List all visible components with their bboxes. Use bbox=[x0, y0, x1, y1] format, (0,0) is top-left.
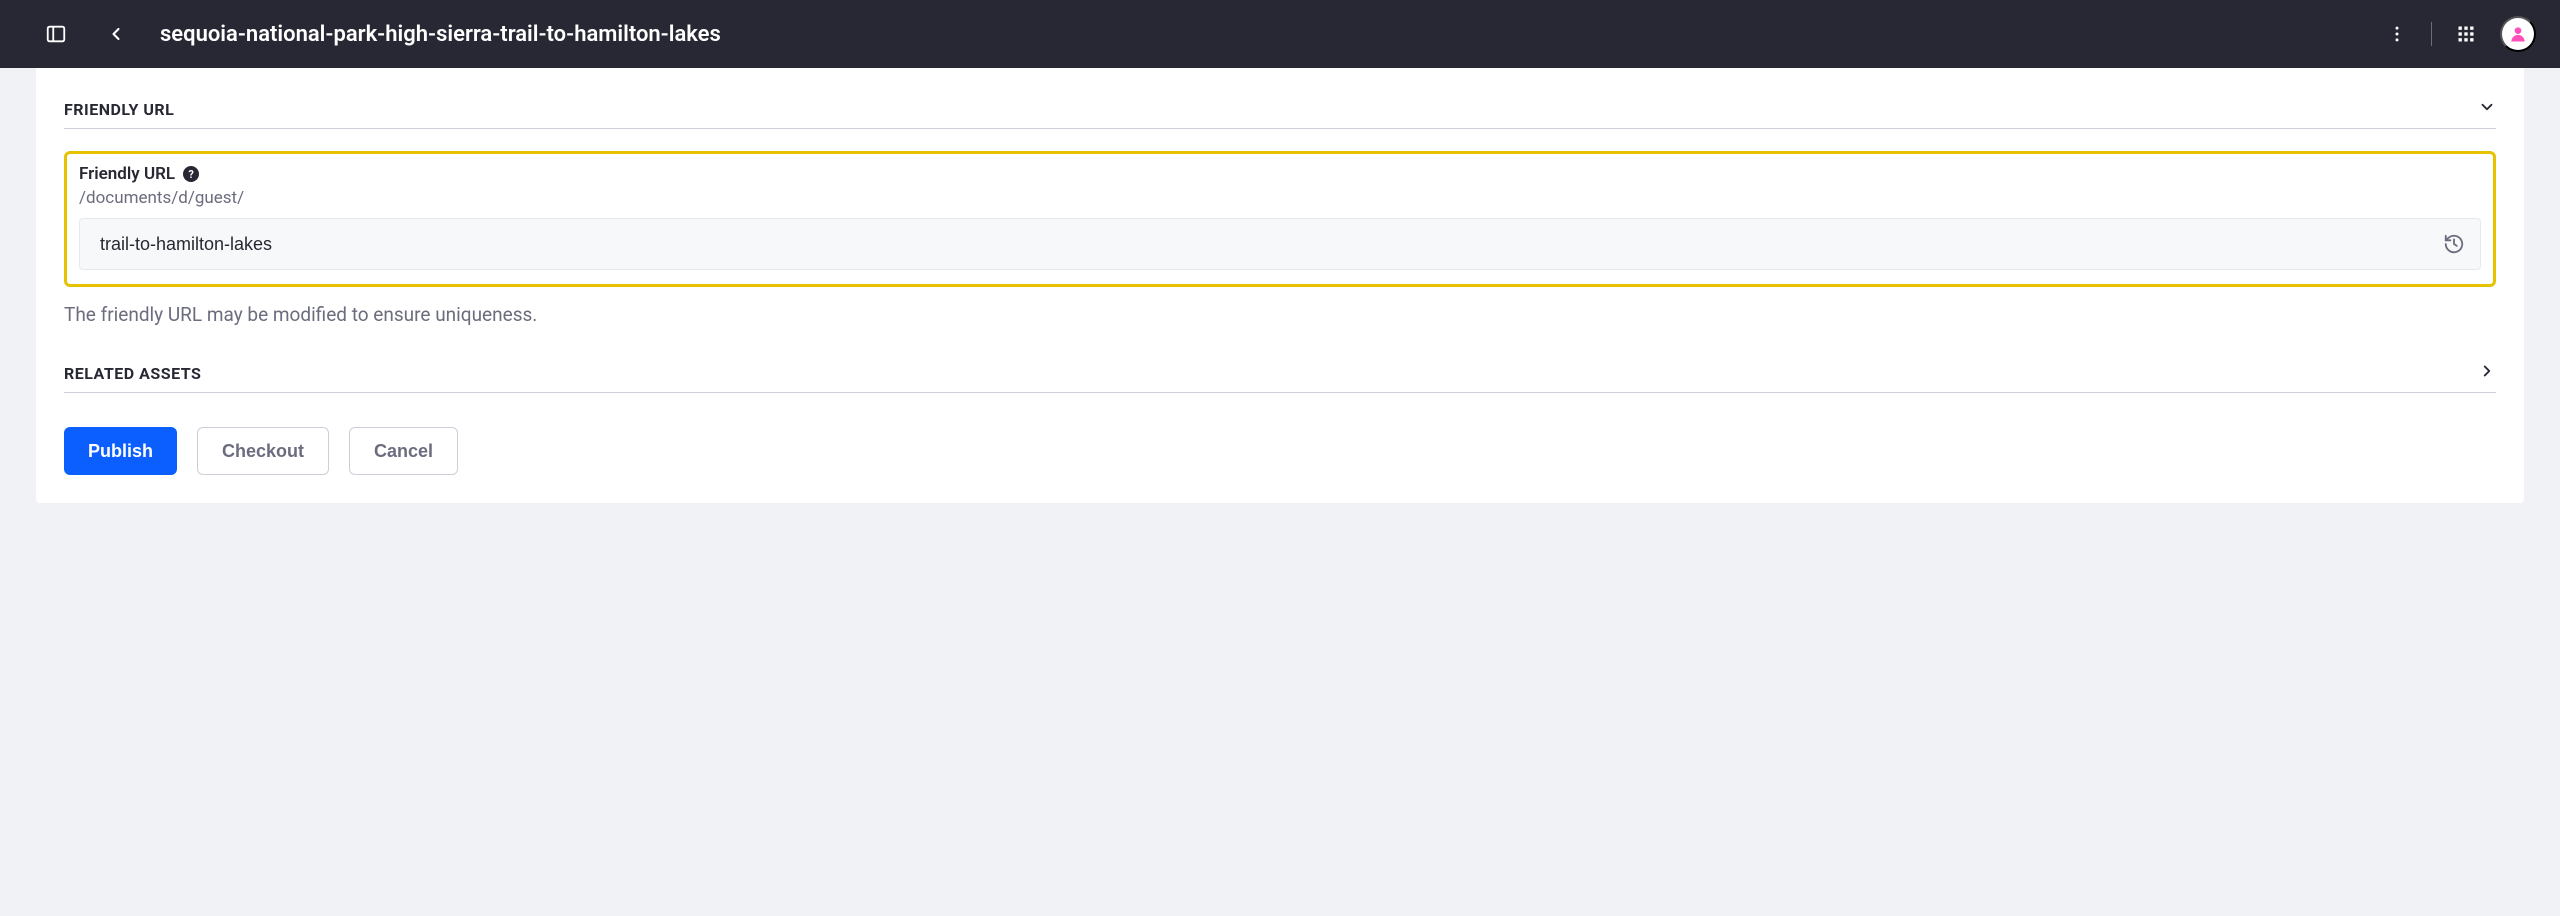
chevron-left-icon bbox=[106, 24, 126, 44]
field-label-row: Friendly URL ? bbox=[79, 164, 2481, 184]
history-icon bbox=[2443, 233, 2465, 255]
friendly-url-section-header[interactable]: FRIENDLY URL bbox=[64, 98, 2496, 129]
grid-icon bbox=[2456, 24, 2476, 44]
checkout-button[interactable]: Checkout bbox=[197, 427, 329, 475]
vertical-dots-icon bbox=[2387, 24, 2407, 44]
friendly-url-label: Friendly URL bbox=[79, 164, 175, 184]
panel-toggle-icon bbox=[45, 23, 67, 45]
friendly-url-help-text: The friendly URL may be modified to ensu… bbox=[64, 303, 2496, 326]
related-assets-section-header[interactable]: RELATED ASSETS bbox=[64, 362, 2496, 393]
topbar-right bbox=[2381, 16, 2536, 52]
apps-button[interactable] bbox=[2450, 18, 2482, 50]
back-button[interactable] bbox=[100, 18, 132, 50]
topbar-divider bbox=[2431, 22, 2432, 46]
friendly-url-section-title: FRIENDLY URL bbox=[64, 100, 174, 119]
help-icon[interactable]: ? bbox=[183, 166, 199, 182]
chevron-down-icon bbox=[2478, 98, 2496, 120]
user-icon bbox=[2508, 24, 2528, 44]
related-assets-section-title: RELATED ASSETS bbox=[64, 364, 201, 383]
topbar-left: sequoia-national-park-high-sierra-trail-… bbox=[40, 18, 2381, 50]
chevron-right-icon bbox=[2478, 362, 2496, 384]
publish-button[interactable]: Publish bbox=[64, 427, 177, 475]
friendly-url-highlight: Friendly URL ? /documents/d/guest/ bbox=[64, 151, 2496, 287]
action-buttons: Publish Checkout Cancel bbox=[64, 427, 2496, 475]
page-title: sequoia-national-park-high-sierra-trail-… bbox=[160, 22, 721, 47]
friendly-url-input[interactable] bbox=[79, 218, 2481, 270]
cancel-button[interactable]: Cancel bbox=[349, 427, 458, 475]
user-avatar[interactable] bbox=[2500, 16, 2536, 52]
more-options-button[interactable] bbox=[2381, 18, 2413, 50]
topbar: sequoia-national-park-high-sierra-trail-… bbox=[0, 0, 2560, 68]
main-card: FRIENDLY URL Friendly URL ? /documents/d… bbox=[36, 68, 2524, 503]
panel-toggle-button[interactable] bbox=[40, 18, 72, 50]
friendly-url-prefix: /documents/d/guest/ bbox=[79, 188, 2481, 208]
friendly-url-history-button[interactable] bbox=[2437, 227, 2471, 261]
friendly-url-input-wrap bbox=[79, 218, 2481, 270]
